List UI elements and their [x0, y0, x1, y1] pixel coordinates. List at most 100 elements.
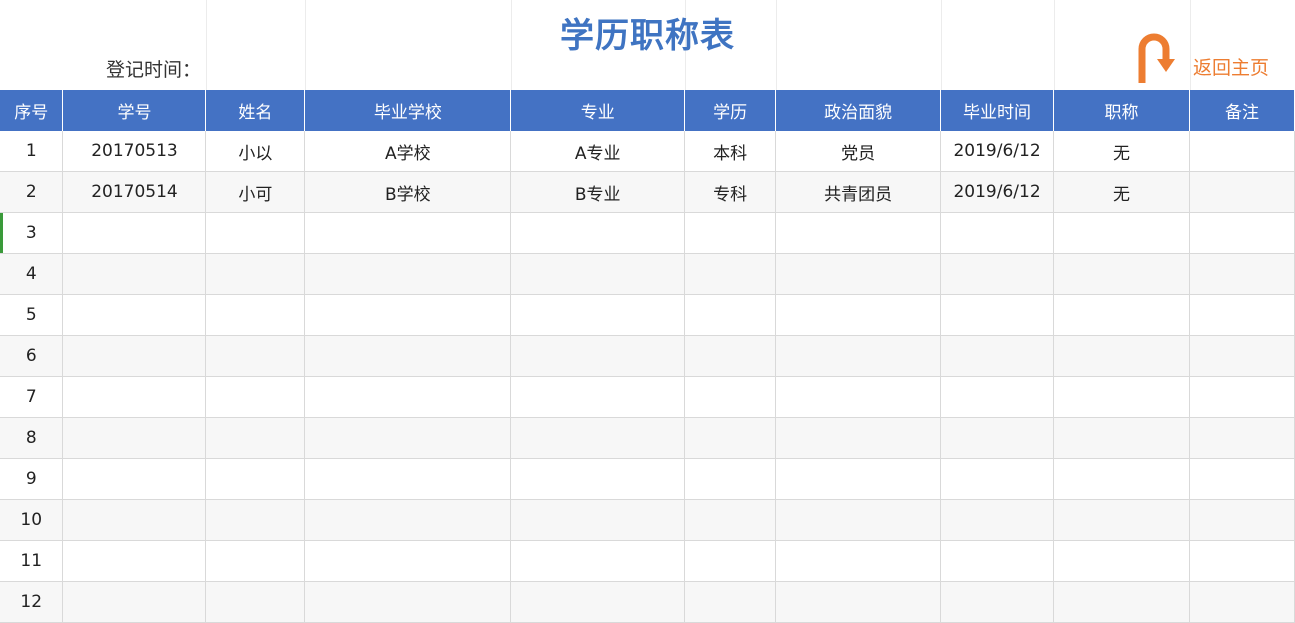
- table-cell[interactable]: [304, 253, 512, 295]
- table-cell[interactable]: [1189, 540, 1295, 582]
- table-cell[interactable]: 7: [0, 376, 64, 418]
- table-cell[interactable]: [62, 499, 207, 541]
- table-cell[interactable]: [940, 335, 1055, 377]
- table-cell[interactable]: 2019/6/12: [940, 171, 1055, 213]
- table-cell[interactable]: [62, 212, 207, 254]
- table-cell[interactable]: [62, 581, 207, 623]
- table-cell[interactable]: [205, 253, 306, 295]
- table-cell[interactable]: [205, 417, 306, 459]
- table-cell[interactable]: [1189, 294, 1295, 336]
- table-cell[interactable]: [205, 212, 306, 254]
- table-cell[interactable]: [775, 294, 942, 336]
- table-cell[interactable]: 小可: [205, 171, 306, 213]
- table-cell[interactable]: [510, 376, 686, 418]
- table-cell[interactable]: [1189, 376, 1295, 418]
- table-cell[interactable]: [205, 458, 306, 500]
- table-cell[interactable]: 12: [0, 581, 64, 623]
- column-header[interactable]: 职称: [1053, 90, 1190, 131]
- table-cell[interactable]: [510, 294, 686, 336]
- table-cell[interactable]: [940, 417, 1055, 459]
- table-cell[interactable]: B学校: [304, 171, 512, 213]
- table-cell[interactable]: [62, 458, 207, 500]
- table-cell[interactable]: [205, 499, 306, 541]
- column-header[interactable]: 姓名: [205, 90, 306, 131]
- table-cell[interactable]: 20170513: [62, 131, 207, 172]
- table-cell[interactable]: [510, 335, 686, 377]
- table-cell[interactable]: 8: [0, 417, 64, 459]
- table-cell[interactable]: [510, 212, 686, 254]
- table-cell[interactable]: [510, 458, 686, 500]
- table-cell[interactable]: A学校: [304, 131, 512, 172]
- table-cell[interactable]: [775, 253, 942, 295]
- table-cell[interactable]: [775, 499, 942, 541]
- table-cell[interactable]: B专业: [510, 171, 686, 213]
- table-cell[interactable]: [684, 335, 777, 377]
- table-cell[interactable]: [684, 499, 777, 541]
- table-cell[interactable]: [684, 376, 777, 418]
- column-header[interactable]: 备注: [1189, 90, 1295, 131]
- table-cell[interactable]: [304, 540, 512, 582]
- table-cell[interactable]: [304, 212, 512, 254]
- table-cell[interactable]: [304, 499, 512, 541]
- column-header[interactable]: 学历: [684, 90, 777, 131]
- table-cell[interactable]: [205, 376, 306, 418]
- table-cell[interactable]: 2019/6/12: [940, 131, 1055, 172]
- table-cell[interactable]: [1053, 253, 1190, 295]
- table-cell[interactable]: [1189, 131, 1295, 172]
- table-cell[interactable]: [1189, 417, 1295, 459]
- table-cell[interactable]: 3: [0, 212, 64, 254]
- table-cell[interactable]: [940, 458, 1055, 500]
- table-cell[interactable]: [940, 212, 1055, 254]
- table-cell[interactable]: 2: [0, 171, 64, 213]
- table-cell[interactable]: [510, 417, 686, 459]
- table-cell[interactable]: [775, 581, 942, 623]
- table-cell[interactable]: [684, 212, 777, 254]
- table-cell[interactable]: A专业: [510, 131, 686, 172]
- table-cell[interactable]: [304, 335, 512, 377]
- table-cell[interactable]: [1189, 499, 1295, 541]
- table-cell[interactable]: [62, 540, 207, 582]
- table-cell[interactable]: [62, 253, 207, 295]
- table-cell[interactable]: [1053, 540, 1190, 582]
- table-cell[interactable]: [205, 335, 306, 377]
- table-cell[interactable]: [1189, 458, 1295, 500]
- table-cell[interactable]: [940, 294, 1055, 336]
- table-cell[interactable]: 党员: [775, 131, 942, 172]
- table-cell[interactable]: [940, 499, 1055, 541]
- table-cell[interactable]: [62, 294, 207, 336]
- table-cell[interactable]: [510, 540, 686, 582]
- table-cell[interactable]: 10: [0, 499, 64, 541]
- table-cell[interactable]: [62, 376, 207, 418]
- table-cell[interactable]: [1053, 335, 1190, 377]
- table-cell[interactable]: [775, 212, 942, 254]
- table-cell[interactable]: 9: [0, 458, 64, 500]
- table-cell[interactable]: [684, 417, 777, 459]
- column-header[interactable]: 序号: [0, 90, 64, 131]
- table-cell[interactable]: [1189, 253, 1295, 295]
- table-cell[interactable]: 小以: [205, 131, 306, 172]
- table-cell[interactable]: [1053, 499, 1190, 541]
- table-cell[interactable]: 20170514: [62, 171, 207, 213]
- table-cell[interactable]: [304, 294, 512, 336]
- column-header[interactable]: 政治面貌: [775, 90, 942, 131]
- table-cell[interactable]: [205, 540, 306, 582]
- table-cell[interactable]: [510, 253, 686, 295]
- table-cell[interactable]: [1053, 212, 1190, 254]
- column-header[interactable]: 毕业时间: [940, 90, 1055, 131]
- column-header[interactable]: 毕业学校: [304, 90, 512, 131]
- table-cell[interactable]: [775, 540, 942, 582]
- table-cell[interactable]: [1053, 417, 1190, 459]
- table-cell[interactable]: [62, 417, 207, 459]
- table-cell[interactable]: 本科: [684, 131, 777, 172]
- column-header[interactable]: 学号: [62, 90, 207, 131]
- table-cell[interactable]: [775, 417, 942, 459]
- column-header[interactable]: 专业: [510, 90, 686, 131]
- table-cell[interactable]: [940, 540, 1055, 582]
- table-cell[interactable]: [304, 417, 512, 459]
- table-cell[interactable]: [775, 458, 942, 500]
- back-to-home-button[interactable]: 返回主页: [1136, 33, 1276, 85]
- table-cell[interactable]: 共青团员: [775, 171, 942, 213]
- table-cell[interactable]: [940, 581, 1055, 623]
- table-cell[interactable]: [1189, 335, 1295, 377]
- table-cell[interactable]: [684, 540, 777, 582]
